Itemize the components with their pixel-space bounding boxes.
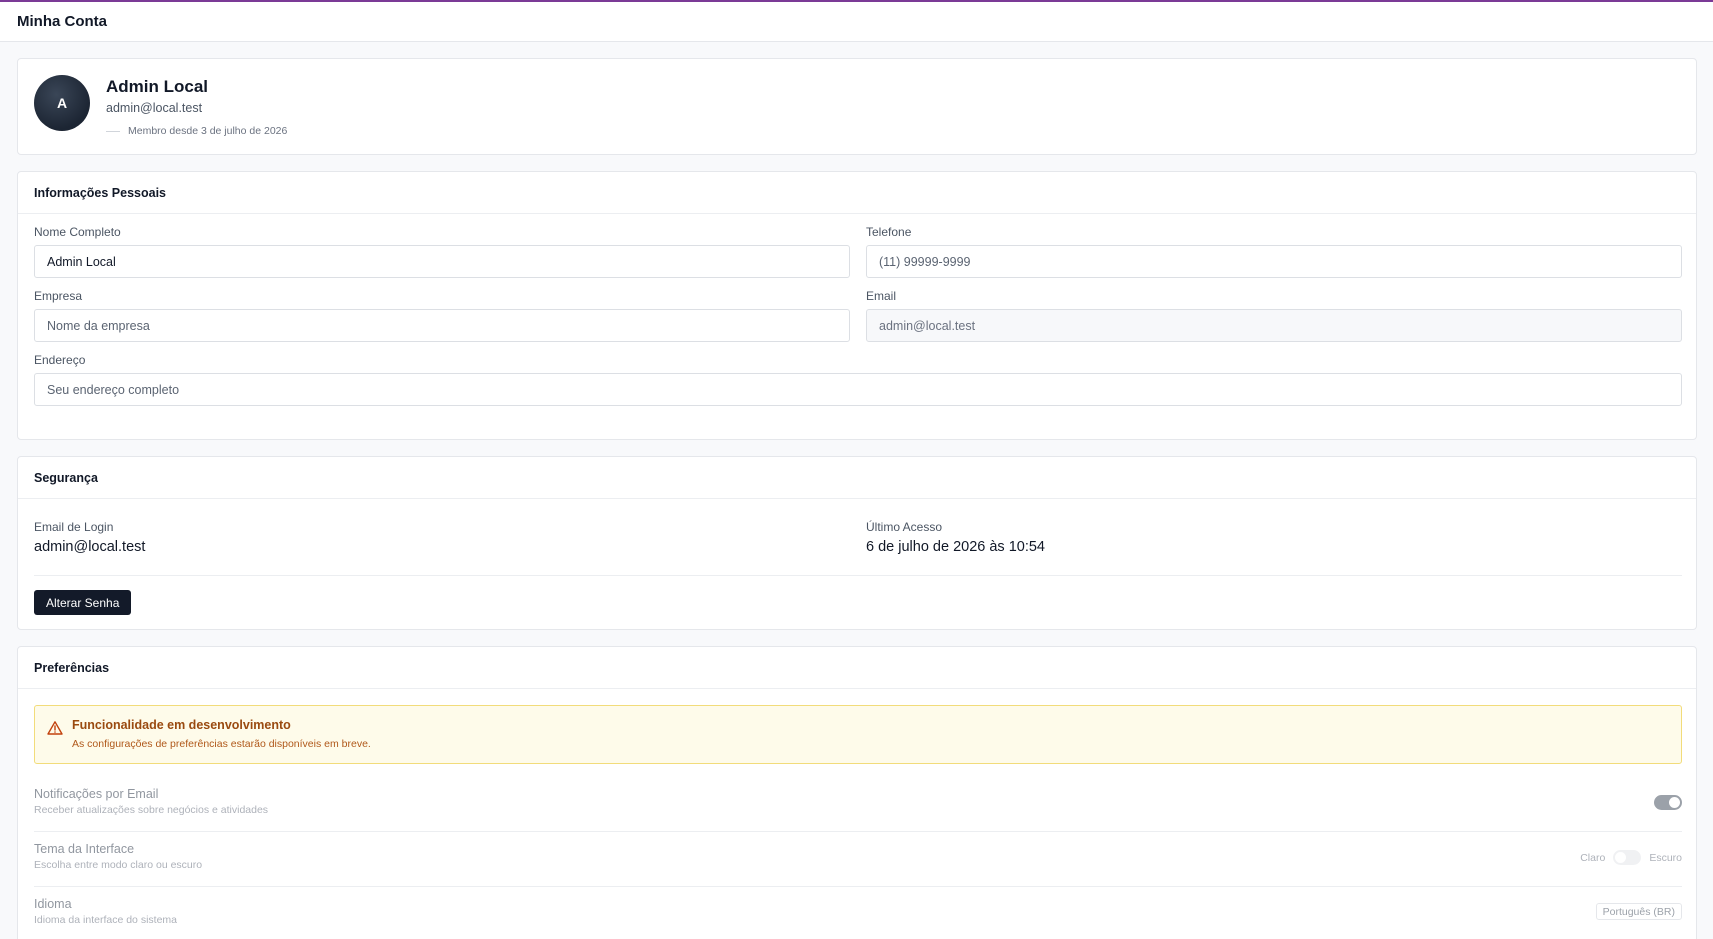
email-input-disabled: admin@local.test [866,309,1682,342]
last-access-label: Último Acesso [866,520,943,534]
personal-info-card: Informações Pessoais Nome Completo Admin… [17,171,1697,440]
profile-email: admin@local.test [106,101,203,115]
toggle-knob [1615,852,1627,863]
email-notifications-row: Notificações por Email Receber atualizaç… [34,787,1682,816]
login-email-value: admin@local.test [34,539,146,555]
address-label: Endereço [34,353,86,367]
page-title: Minha Conta [17,13,107,30]
full-name-input[interactable]: Admin Local [34,245,850,278]
theme-toggle[interactable] [1613,850,1642,865]
member-since: Membro desde 3 de julho de 2026 [106,125,287,137]
language-desc: Idioma da interface do sistema [34,914,177,926]
address-input[interactable]: Seu endereço completo [34,373,1682,406]
login-email-label: Email de Login [34,520,114,534]
company-input[interactable]: Nome da empresa [34,309,850,342]
avatar: A [34,75,90,131]
full-name-label: Nome Completo [34,225,121,239]
page-header: Minha Conta [0,2,1713,42]
email-notifications-desc: Receber atualizações sobre negócios e at… [34,804,269,816]
company-field: Empresa Nome da empresa [34,289,850,342]
warning-description: As configurações de preferências estarão… [72,738,371,750]
member-since-text: Membro desde 3 de julho de 2026 [128,125,288,137]
language-row: Idioma Idioma da interface do sistema Po… [34,897,1682,926]
phone-input[interactable]: (11) 99999-9999 [866,245,1682,278]
pref-divider [34,886,1682,887]
language-title: Idioma [34,897,72,911]
personal-info-title: Informações Pessoais [18,172,1696,214]
dash-divider [106,130,120,132]
company-label: Empresa [34,289,83,303]
preferences-title: Preferências [18,647,1696,689]
pref-divider [34,831,1682,832]
warning-banner: Funcionalidade em desenvolvimento As con… [34,705,1682,764]
preferences-card: Preferências Funcionalidade em desenvolv… [17,646,1697,939]
profile-name: Admin Local [106,77,209,96]
phone-field: Telefone (11) 99999-9999 [866,225,1682,278]
warning-title: Funcionalidade em desenvolvimento [72,718,291,732]
security-title: Segurança [18,457,1696,499]
toggle-knob [1669,797,1680,808]
security-card: Segurança Email de Login admin@local.tes… [17,456,1697,630]
security-divider [34,575,1682,576]
theme-dark-label: Escuro [1649,851,1682,864]
theme-control: Claro Escuro [1580,850,1682,865]
full-name-field: Nome Completo Admin Local [34,225,850,278]
email-notifications-title: Notificações por Email [34,787,159,801]
email-field: Email admin@local.test [866,289,1682,342]
warning-icon [47,721,63,735]
last-access-value: 6 de julho de 2026 às 10:54 [866,539,1045,555]
email-notifications-toggle[interactable] [1654,795,1682,810]
avatar-initial: A [56,95,68,111]
theme-title: Tema da Interface [34,842,135,856]
theme-desc: Escolha entre modo claro ou escuro [34,859,203,871]
phone-label: Telefone [866,225,912,239]
profile-card: A Admin Local admin@local.test Membro de… [17,58,1697,155]
change-password-button[interactable]: Alterar Senha [34,590,132,615]
email-label: Email [866,289,897,303]
language-select[interactable]: Português (BR) [1595,903,1682,920]
theme-light-label: Claro [1580,851,1606,864]
address-field: Endereço Seu endereço completo [34,353,1682,406]
theme-row: Tema da Interface Escolha entre modo cla… [34,842,1682,871]
